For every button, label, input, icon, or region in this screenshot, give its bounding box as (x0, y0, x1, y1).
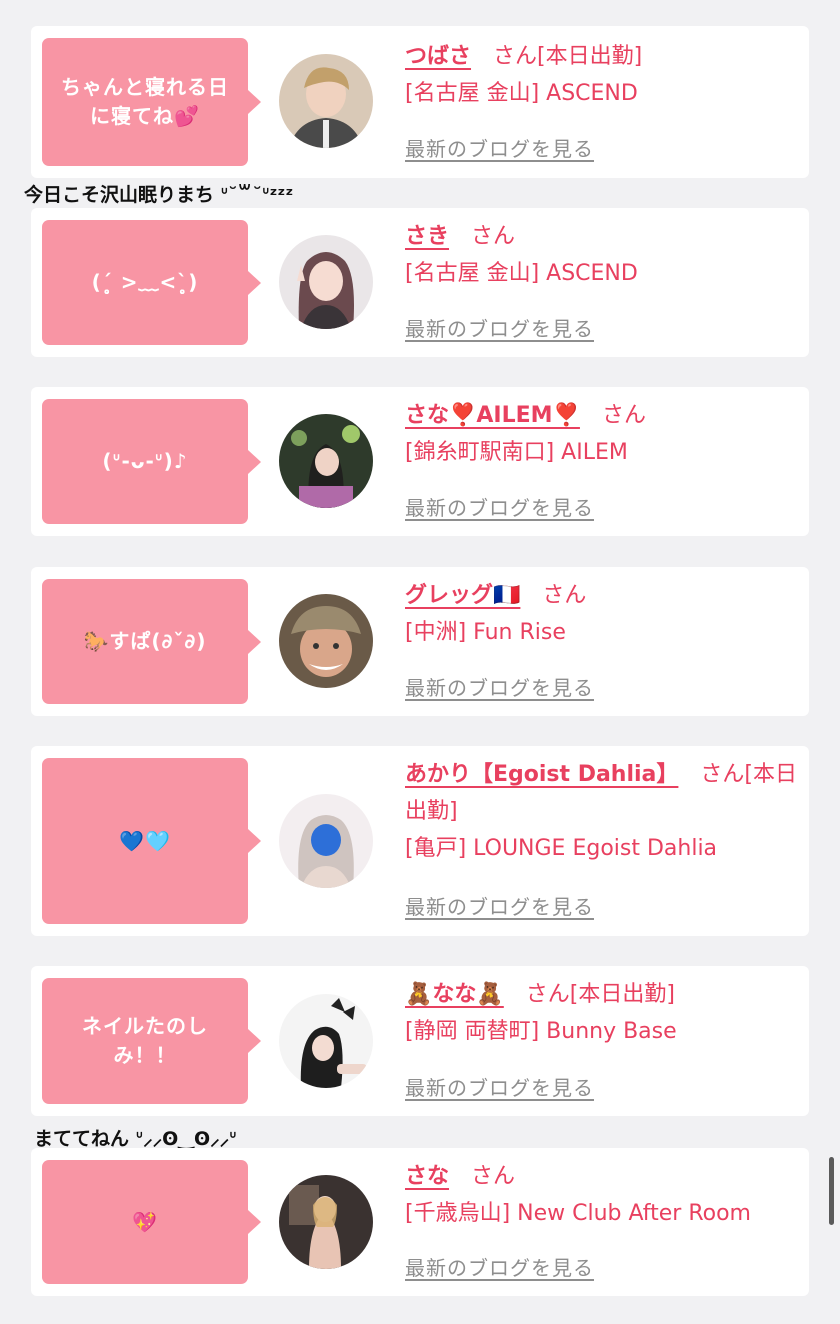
scrollbar[interactable] (829, 1157, 834, 1225)
cast-card: ネイルたのしみ！！ 🧸なな🧸 さん[本日出勤] [静岡 両替町] Bunny Bas… (31, 966, 809, 1116)
avatar[interactable] (279, 414, 373, 508)
shop-label: [中洲] Fun Rise (405, 620, 566, 645)
message-text: (ᐡ-ᴗ-ᐡ)♪ (102, 449, 188, 473)
latest-blog-link[interactable]: 最新のブログを見る (405, 891, 594, 920)
shop-label: [名古屋 金山] ASCEND (405, 261, 638, 286)
message-bubble: (ᐡ-ᴗ-ᐡ)♪ (42, 399, 261, 524)
message-text: 💙🩵 (119, 828, 171, 853)
honorific: さん[本日出勤] (493, 44, 643, 69)
message-bubble: (ˊ̥̥̥̥̥ >﹏<ˋ̥̥̥̥̥) (42, 220, 261, 345)
honorific: さん (601, 403, 646, 428)
honorific: さん (471, 224, 516, 249)
latest-blog-link[interactable]: 最新のブログを見る (405, 672, 594, 701)
cast-card: (ˊ̥̥̥̥̥ >﹏<ˋ̥̥̥̥̥) さき さん [名古屋 金山] ASCEND 最… (31, 208, 809, 357)
latest-blog-link[interactable]: 最新のブログを見る (405, 1252, 594, 1281)
latest-blog-link[interactable]: 最新のブログを見る (405, 492, 594, 521)
latest-blog-link[interactable]: 最新のブログを見る (405, 1072, 594, 1101)
cast-card: 🐎すぱ(∂ˇ∂) グレッグ🇫🇷 さん [中洲] Fun Rise 最新のブログを見る (31, 567, 809, 716)
avatar[interactable] (279, 594, 373, 688)
message-text: (ˊ̥̥̥̥̥ >﹏<ˋ̥̥̥̥̥) (91, 270, 199, 294)
overflow-message: 今日こそ沢山眠りまち ᐡ˘꒳˘ᐡᶻᶻᶻ (24, 184, 294, 206)
cast-name-link[interactable]: あかり【Egoist Dahlia】 (405, 762, 678, 787)
message-bubble: ちゃんと寝れる日に寝てね💕 (42, 38, 261, 166)
honorific: さん[本日出勤] (525, 982, 675, 1007)
message-text: ちゃんと寝れる日に寝てね💕 (61, 75, 229, 128)
overflow-message: まててねん ᐡ⸝⸝ʘ‿ʘ⸝⸝ᐡ (34, 1128, 237, 1150)
honorific: さん (471, 1164, 516, 1189)
cast-name-link[interactable]: さな (405, 1164, 449, 1189)
shop-label: [亀戸] LOUNGE Egoist Dahlia (405, 836, 718, 861)
shop-label: [静岡 両替町] Bunny Base (405, 1019, 677, 1044)
cast-name-link[interactable]: つばさ (405, 44, 471, 69)
avatar[interactable] (279, 994, 373, 1088)
shop-label: [千歳烏山] New Club After Room (405, 1201, 751, 1226)
cast-name-link[interactable]: 🧸なな🧸 (405, 982, 504, 1007)
cast-card: 💙🩵 あかり【Egoist Dahlia】 さん[本日出勤] [亀戸] LOUNGE… (31, 746, 809, 936)
honorific: さん (542, 583, 587, 608)
cast-card: (ᐡ-ᴗ-ᐡ)♪ さな❣️AILEM❣️ さん [錦糸町駅南口] AILEM 最新の… (31, 387, 809, 536)
avatar[interactable] (279, 794, 373, 888)
cast-card: 💖 さな さん [千歳烏山] New Club After Room 最新のブログを… (31, 1148, 809, 1296)
message-text: ネイルたのしみ！！ (82, 1014, 208, 1067)
message-bubble: 🐎すぱ(∂ˇ∂) (42, 579, 261, 704)
latest-blog-link[interactable]: 最新のブログを見る (405, 133, 594, 162)
cast-name-link[interactable]: さな❣️AILEM❣️ (405, 403, 580, 428)
message-bubble: 💙🩵 (42, 758, 261, 924)
message-text: 🐎すぱ(∂ˇ∂) (83, 629, 207, 653)
message-text: 💖 (132, 1209, 158, 1234)
shop-label: [名古屋 金山] ASCEND (405, 81, 638, 106)
message-bubble: 💖 (42, 1160, 261, 1284)
avatar[interactable] (279, 54, 373, 148)
avatar[interactable] (279, 235, 373, 329)
shop-label: [錦糸町駅南口] AILEM (405, 440, 628, 465)
message-bubble: ネイルたのしみ！！ (42, 978, 261, 1104)
latest-blog-link[interactable]: 最新のブログを見る (405, 313, 594, 342)
cast-name-link[interactable]: さき (405, 224, 449, 249)
avatar[interactable] (279, 1175, 373, 1269)
cast-name-link[interactable]: グレッグ🇫🇷 (405, 583, 520, 608)
cast-card: ちゃんと寝れる日に寝てね💕 つばさ さん[本日出勤] [名古屋 金山] ASCEND… (31, 26, 809, 178)
